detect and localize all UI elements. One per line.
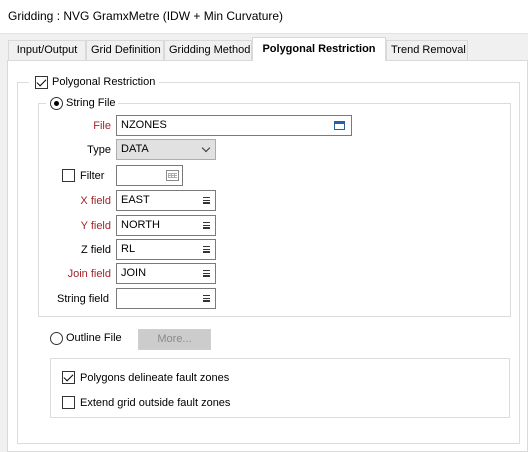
type-value: DATA	[121, 143, 149, 155]
chevron-down-icon	[201, 143, 211, 153]
list-icon[interactable]	[203, 270, 210, 277]
filter-checkbox[interactable]	[62, 169, 75, 182]
string-file-radio[interactable]	[50, 97, 63, 110]
polygons-delineate-label: Polygons delineate fault zones	[80, 372, 230, 384]
title-bar: Gridding : NVG GramxMetre (IDW + Min Cur…	[0, 0, 528, 34]
list-icon[interactable]	[203, 246, 210, 253]
string-file-label: String File	[66, 97, 116, 109]
extend-grid-checkbox[interactable]	[62, 396, 75, 409]
list-icon[interactable]	[203, 222, 210, 229]
tab-input-output[interactable]: Input/Output	[8, 40, 86, 60]
file-label: File	[93, 120, 111, 132]
x-field-input[interactable]: EAST	[116, 190, 216, 211]
filter-icon[interactable]	[166, 170, 179, 181]
type-label: Type	[87, 144, 111, 156]
more-button[interactable]: More...	[138, 329, 211, 350]
window-title: Gridding : NVG GramxMetre (IDW + Min Cur…	[8, 9, 284, 23]
polygonal-restriction-label: Polygonal Restriction	[52, 76, 156, 88]
filter-input[interactable]	[116, 165, 183, 186]
z-field-input[interactable]: RL	[116, 239, 216, 260]
extend-grid-label: Extend grid outside fault zones	[80, 397, 231, 409]
outline-file-radio[interactable]	[50, 332, 63, 345]
y-field-value: NORTH	[121, 219, 160, 231]
file-input[interactable]: NZONES	[116, 115, 352, 136]
x-field-value: EAST	[121, 194, 150, 206]
string-file-radio-row[interactable]: String File	[46, 97, 118, 111]
polygonal-restriction-checkbox-row[interactable]: Polygonal Restriction	[29, 76, 159, 90]
tab-polygonal-restriction[interactable]: Polygonal Restriction	[252, 37, 386, 61]
string-field-input[interactable]	[116, 288, 216, 309]
polygonal-restriction-checkbox[interactable]	[35, 76, 48, 89]
outline-file-label: Outline File	[66, 332, 122, 344]
z-field-label: Z field	[81, 244, 111, 256]
y-field-label: Y field	[80, 220, 111, 232]
filter-label: Filter	[80, 170, 105, 182]
list-icon[interactable]	[203, 197, 210, 204]
join-field-label: Join field	[67, 268, 111, 280]
join-field-value: JOIN	[121, 267, 147, 279]
list-icon[interactable]	[203, 295, 210, 302]
tab-gridding-method[interactable]: Gridding Method	[164, 40, 252, 60]
string-field-label: String field	[57, 293, 109, 305]
z-field-value: RL	[121, 243, 136, 255]
polygons-delineate-checkbox[interactable]	[62, 371, 75, 384]
tab-grid-definition[interactable]: Grid Definition	[86, 40, 164, 60]
browse-icon[interactable]	[334, 121, 345, 130]
x-field-label: X field	[80, 195, 111, 207]
options-group	[50, 358, 510, 418]
join-field-input[interactable]: JOIN	[116, 263, 216, 284]
type-select[interactable]: DATA	[116, 139, 216, 160]
file-value: NZONES	[121, 119, 167, 131]
y-field-input[interactable]: NORTH	[116, 215, 216, 236]
tab-trend-removal[interactable]: Trend Removal	[386, 40, 468, 60]
